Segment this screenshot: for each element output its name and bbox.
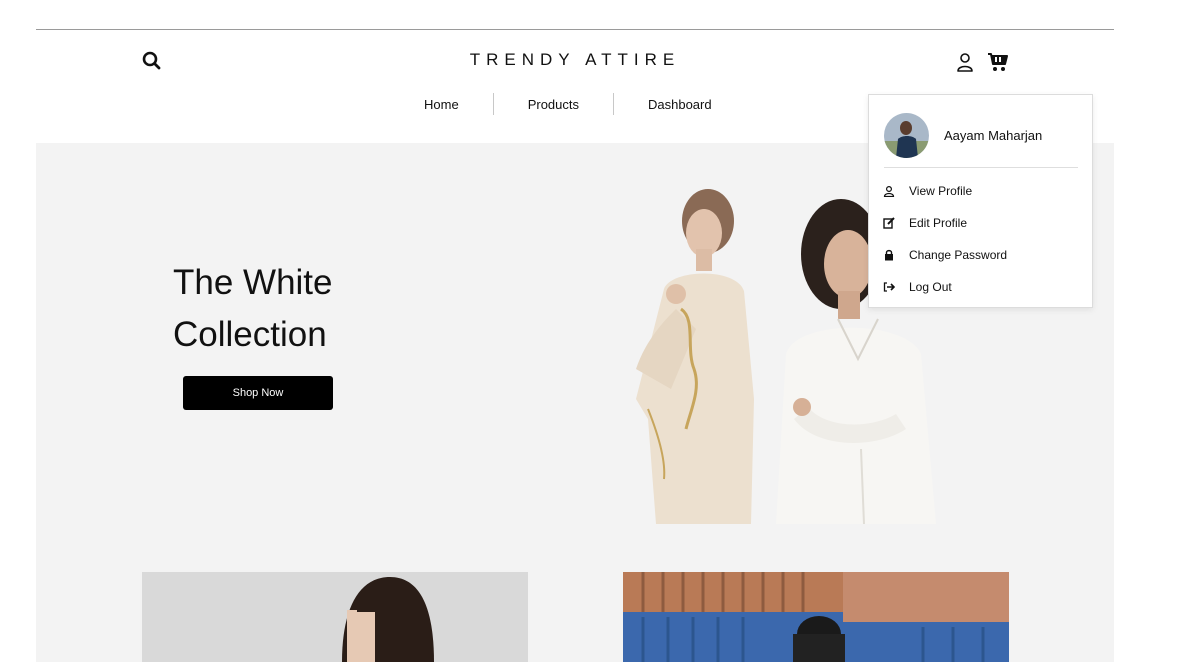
hero-title: The White Collection <box>173 257 433 361</box>
menu-item-edit-profile[interactable]: Edit Profile <box>869 207 1092 239</box>
collection-card[interactable] <box>142 572 528 662</box>
user-dropdown-menu: Aayam Maharjan View Profile Edit Profile… <box>868 94 1093 308</box>
cart-icon[interactable] <box>986 51 1010 73</box>
edit-icon <box>883 217 895 229</box>
menu-item-view-profile[interactable]: View Profile <box>869 175 1092 207</box>
nav-item-home[interactable]: Home <box>400 97 493 112</box>
user-icon <box>883 185 895 197</box>
user-name: Aayam Maharjan <box>944 127 1043 143</box>
collection-card[interactable] <box>623 572 1009 662</box>
shop-now-button[interactable]: Shop Now <box>183 376 333 410</box>
dropdown-header: Aayam Maharjan <box>869 95 1092 161</box>
dropdown-list: View Profile Edit Profile Change Passwor… <box>869 175 1092 303</box>
dropdown-divider <box>884 167 1078 168</box>
header-divider <box>36 29 1114 30</box>
menu-item-label: Log Out <box>909 280 952 294</box>
card-image <box>623 572 1009 662</box>
user-icon[interactable] <box>955 51 975 73</box>
menu-item-label: View Profile <box>909 184 973 198</box>
card-image <box>142 572 528 662</box>
main-nav: Home Products Dashboard <box>400 92 746 116</box>
brand-logo[interactable]: TRENDY ATTIRE <box>440 50 710 70</box>
logout-icon <box>883 281 895 293</box>
lock-icon <box>883 249 895 261</box>
menu-item-log-out[interactable]: Log Out <box>869 271 1092 303</box>
menu-item-change-password[interactable]: Change Password <box>869 239 1092 271</box>
menu-item-label: Edit Profile <box>909 216 968 230</box>
hero-title-line: The White <box>173 263 333 302</box>
nav-item-dashboard[interactable]: Dashboard <box>614 97 746 112</box>
hero-title-line: Collection <box>173 315 327 354</box>
nav-item-products[interactable]: Products <box>494 97 613 112</box>
avatar[interactable] <box>884 112 929 158</box>
search-icon[interactable] <box>141 50 163 72</box>
menu-item-label: Change Password <box>909 248 1008 262</box>
